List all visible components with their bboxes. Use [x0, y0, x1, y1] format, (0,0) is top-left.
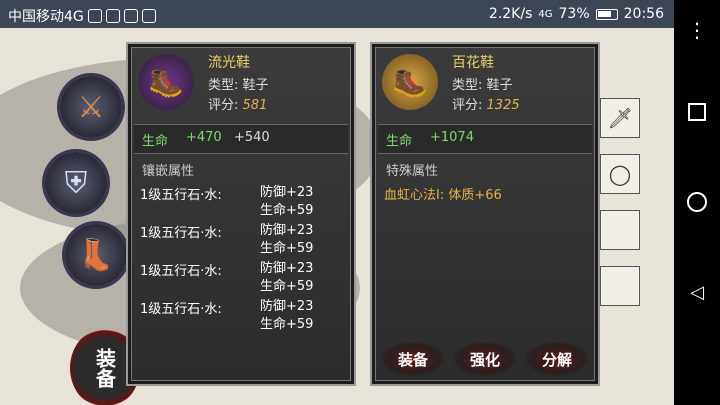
- back-icon[interactable]: ◁: [674, 272, 720, 312]
- clock-time: 20:56: [623, 6, 664, 22]
- stat-label: 生命: [142, 134, 169, 149]
- score-label: 评分:: [452, 98, 483, 113]
- gem-row: 1级五行石·水: 防御+23 生命+59: [140, 260, 313, 294]
- stat-label: 生命: [386, 134, 413, 149]
- staff-icon: ⚔: [77, 89, 105, 125]
- item-type: 类型: 鞋子: [452, 78, 513, 93]
- menu-dots-icon[interactable]: ⋮: [674, 10, 720, 50]
- heart-icon: [105, 9, 120, 23]
- boots-icon: 🥾: [382, 54, 438, 110]
- recents-icon[interactable]: [674, 92, 720, 132]
- gem-stat: 防御+23: [260, 299, 314, 314]
- status-bar: 中国移动4G 2.2K/s 4G 73% 20:56: [0, 0, 674, 28]
- decompose-button[interactable]: 分解: [526, 342, 588, 376]
- gem-row: 1级五行石·水: 防御+23 生命+59: [140, 298, 313, 332]
- special-attr: 血虹心法Ⅰ: 体质+66: [384, 188, 502, 203]
- gem-name: 1级五行石·水:: [140, 226, 222, 241]
- boots-slot[interactable]: 👢: [65, 224, 127, 286]
- game-screen: ⚔ ⛨ 👢 装备 道具 属性 🗡 ◯ 🥾 流光鞋 类型: 鞋子 评分: 581 …: [0, 28, 674, 405]
- item-type: 类型: 鞋子: [208, 78, 269, 93]
- ring-icon: ◯: [608, 162, 632, 186]
- android-nav-bar: ⋮ ◁: [674, 0, 720, 405]
- clock-icon: [123, 9, 138, 23]
- signal-icon: 4G: [538, 8, 553, 20]
- gem-stat: 生命+59: [260, 203, 314, 218]
- item-header: 🥾 流光鞋 类型: 鞋子 评分: 581: [128, 44, 354, 120]
- score-value: 581: [242, 98, 268, 113]
- net-speed: 2.2K/s: [488, 6, 533, 22]
- gem-stat: 防御+23: [260, 185, 314, 200]
- gem-stat: 防御+23: [260, 223, 314, 238]
- section-title: 特殊属性: [386, 164, 439, 179]
- gem-name: 1级五行石·水:: [140, 188, 222, 203]
- gem-name: 1级五行石·水:: [140, 302, 222, 317]
- item-header: 🥾 百花鞋 类型: 鞋子 评分: 1325: [372, 44, 598, 120]
- compare-item-panel: 🥾 百花鞋 类型: 鞋子 评分: 1325 生命 +1074 特殊属性 血虹心法…: [370, 42, 600, 386]
- shield-icon: [87, 9, 102, 23]
- battery-icon: [595, 8, 618, 20]
- gem-stat: 生命+59: [260, 317, 314, 332]
- stat-bonus: +1074: [430, 130, 474, 145]
- sword-icon: 🗡: [607, 106, 633, 130]
- item-name: 流光鞋: [208, 55, 250, 71]
- weapon-slot[interactable]: ⚔: [60, 76, 122, 138]
- battery-percent: 73%: [558, 6, 590, 22]
- item-name: 百花鞋: [452, 55, 494, 71]
- score-label: 评分:: [208, 98, 239, 113]
- inventory-slot-empty[interactable]: [600, 210, 640, 250]
- score-value: 1325: [486, 98, 520, 113]
- equip-button[interactable]: 装备: [382, 342, 444, 376]
- home-icon[interactable]: [674, 182, 720, 222]
- gem-stat: 生命+59: [260, 279, 314, 294]
- armor-icon: ⛨: [64, 165, 88, 201]
- inventory-slot-empty[interactable]: [600, 266, 640, 306]
- gem-stat: 生命+59: [260, 241, 314, 256]
- section-title: 镶嵌属性: [142, 164, 195, 179]
- gem-row: 1级五行石·水: 防御+23 生命+59: [140, 222, 313, 256]
- gem-row: 1级五行石·水: 防御+23 生命+59: [140, 184, 313, 218]
- camera-icon: [141, 9, 156, 23]
- inventory-slot-sword[interactable]: 🗡: [600, 98, 640, 138]
- boots-icon: 👢: [77, 237, 115, 273]
- tab-equip-label: 装备: [92, 348, 117, 388]
- gem-stat: 防御+23: [260, 261, 314, 276]
- carrier-label: 中国移动4G: [8, 9, 84, 25]
- gem-name: 1级五行石·水:: [140, 264, 222, 279]
- stat-total: +540: [234, 130, 270, 145]
- stat-band: 生命 +1074: [378, 124, 592, 154]
- strengthen-button[interactable]: 强化: [454, 342, 516, 376]
- current-item-panel: 🥾 流光鞋 类型: 鞋子 评分: 581 生命 +470 +540 镶嵌属性 1…: [126, 42, 356, 386]
- inventory-slot-ring[interactable]: ◯: [600, 154, 640, 194]
- boots-icon: 🥾: [138, 54, 194, 110]
- armor-slot[interactable]: ⛨: [45, 152, 107, 214]
- stat-bonus: +470: [186, 130, 222, 145]
- stat-band: 生命 +470 +540: [134, 124, 348, 154]
